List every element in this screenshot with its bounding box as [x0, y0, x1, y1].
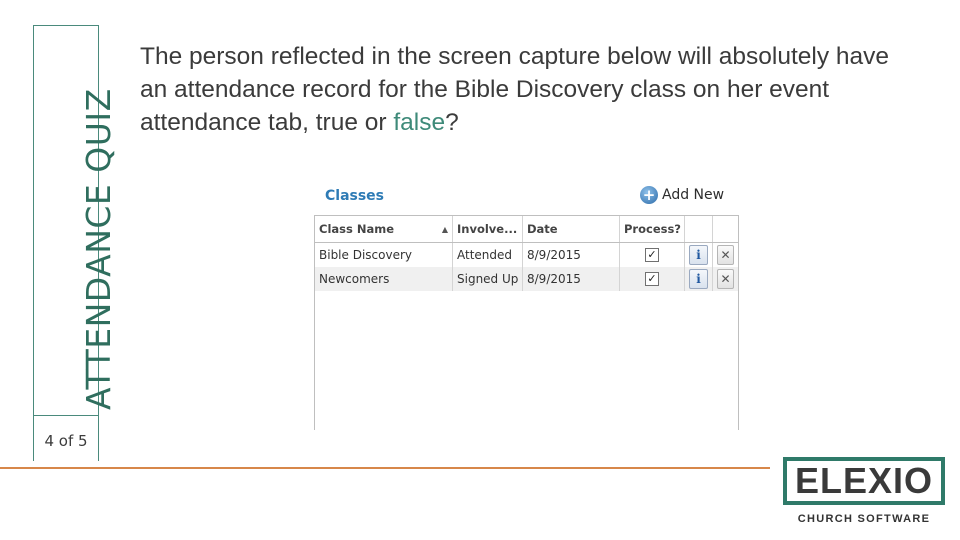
column-label: Date	[527, 222, 558, 236]
plus-icon: +	[640, 186, 658, 204]
info-cell: i	[685, 267, 713, 291]
question-end: ?	[445, 109, 459, 136]
table-row[interactable]: Bible Discovery Attended 8/9/2015 ✓ i ✕	[315, 243, 738, 267]
sidebar-title: ATTENDANCE QUIZ	[79, 88, 118, 410]
elexio-logo: ELEXIO	[783, 457, 945, 505]
close-icon[interactable]: ✕	[717, 245, 734, 265]
column-label: Class Name	[319, 222, 395, 236]
grid-header: Class Name ▲ Involve... Date Process?	[315, 216, 738, 243]
info-cell: i	[685, 243, 713, 267]
column-label: Process?	[624, 222, 681, 236]
column-header-involvement[interactable]: Involve...	[453, 216, 523, 242]
process-cell: ✓	[620, 267, 685, 291]
question-body: The person reflected in the screen captu…	[140, 43, 890, 136]
column-header-date[interactable]: Date	[523, 216, 620, 242]
column-label: Involve...	[457, 222, 518, 236]
date-cell: 8/9/2015	[523, 267, 620, 291]
delete-cell: ✕	[713, 243, 738, 267]
column-header-process[interactable]: Process?	[620, 216, 685, 242]
add-new-button[interactable]: + Add New	[640, 186, 724, 204]
add-new-label: Add New	[662, 187, 725, 203]
sort-ascending-icon: ▲	[441, 224, 448, 234]
delete-cell: ✕	[713, 267, 738, 291]
page-indicator: 4 of 5	[44, 432, 88, 450]
process-checkbox[interactable]: ✓	[645, 248, 659, 262]
process-checkbox[interactable]: ✓	[645, 272, 659, 286]
bottom-divider	[0, 467, 770, 469]
involvement-cell: Signed Up	[453, 267, 523, 291]
info-icon[interactable]: i	[689, 245, 708, 265]
date-cell: 8/9/2015	[523, 243, 620, 267]
info-icon[interactable]: i	[689, 269, 708, 289]
involvement-cell: Attended	[453, 243, 523, 267]
classes-panel: Classes + Add New Class Name ▲ Involve..…	[313, 180, 740, 430]
table-row[interactable]: Newcomers Signed Up 8/9/2015 ✓ i ✕	[315, 267, 738, 291]
sidebar-divider	[33, 415, 99, 416]
answer-highlight: false	[393, 109, 446, 136]
classes-grid: Class Name ▲ Involve... Date Process? Bi…	[314, 215, 739, 430]
logo-subtitle: CHURCH SOFTWARE	[797, 513, 931, 525]
column-header-delete	[713, 216, 738, 242]
process-cell: ✓	[620, 243, 685, 267]
class-name-cell: Newcomers	[315, 267, 453, 291]
close-icon[interactable]: ✕	[717, 269, 734, 289]
question-text: The person reflected in the screen captu…	[140, 40, 900, 139]
column-header-info	[685, 216, 713, 242]
column-header-class-name[interactable]: Class Name ▲	[315, 216, 453, 242]
class-name-cell: Bible Discovery	[315, 243, 453, 267]
panel-title: Classes	[325, 188, 385, 204]
